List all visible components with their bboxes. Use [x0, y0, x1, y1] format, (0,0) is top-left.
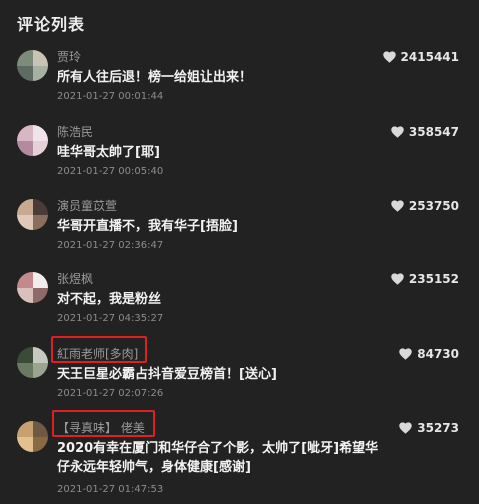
like-count: 2415441 — [400, 50, 459, 64]
comment-username[interactable]: 演员童苡萱 — [57, 197, 117, 214]
comment-content: 哇华哥太帥了[耶] — [57, 145, 160, 160]
comment-time: 2021-01-27 00:05:40 — [57, 166, 164, 177]
comment-content: 2020有幸在厦门和华仔合了个影，太帅了[呲牙]希望华仔永远年轻帅气，身体健康[… — [57, 441, 379, 475]
heart-icon — [391, 200, 404, 212]
like-button[interactable]: 2415441 — [382, 50, 459, 64]
avatar[interactable] — [17, 347, 48, 378]
like-count: 35273 — [417, 421, 459, 435]
heart-icon — [391, 273, 404, 285]
comment-time: 2021-01-27 01:47:53 — [57, 484, 164, 495]
like-button[interactable]: 253750 — [391, 199, 459, 213]
heart-icon — [382, 51, 396, 63]
comment-time: 2021-01-27 00:01:44 — [57, 91, 164, 102]
avatar[interactable] — [17, 421, 48, 452]
comment-username[interactable]: 贾玲 — [57, 48, 81, 65]
like-count: 235152 — [408, 272, 459, 286]
comment-username[interactable]: 陈浩民 — [57, 123, 93, 140]
like-button[interactable]: 235152 — [391, 272, 459, 286]
avatar[interactable] — [17, 272, 48, 303]
like-button[interactable]: 358547 — [391, 125, 459, 139]
heart-icon — [399, 422, 412, 434]
comment-content: 所有人往后退！榜一给姐让出来！ — [57, 70, 253, 85]
comment-content: 对不起，我是粉丝 — [57, 292, 162, 307]
highlight-box — [52, 410, 155, 437]
comment-time: 2021-01-27 02:07:26 — [57, 388, 164, 399]
comment-time: 2021-01-27 04:35:27 — [57, 313, 164, 324]
like-button[interactable]: 84730 — [399, 347, 459, 361]
avatar[interactable] — [17, 199, 48, 230]
comment-content: 华哥开直播不，我有华子[捂脸] — [57, 219, 238, 234]
comment-time: 2021-01-27 02:36:47 — [57, 240, 164, 251]
comment-content: 天王巨星必霸占抖音爱豆榜首！[送心] — [57, 367, 277, 382]
like-button[interactable]: 35273 — [399, 421, 459, 435]
like-count: 358547 — [408, 125, 459, 139]
like-count: 253750 — [408, 199, 459, 213]
like-count: 84730 — [417, 347, 459, 361]
heart-icon — [399, 348, 412, 360]
highlight-box — [51, 336, 147, 363]
heart-icon — [391, 126, 404, 138]
page-title: 评论列表 — [17, 15, 86, 34]
avatar[interactable] — [17, 50, 48, 81]
avatar[interactable] — [17, 125, 48, 156]
comment-username[interactable]: 张煜枫 — [57, 270, 93, 287]
